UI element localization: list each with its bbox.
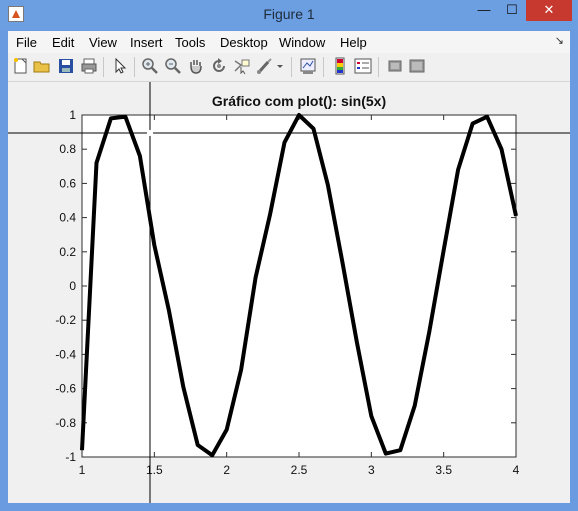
brush-icon[interactable] — [256, 57, 274, 75]
figure-canvas[interactable]: Gráfico com plot(): sin(5x) 1 1.5 2 2.5 3 3.5… — [8, 82, 570, 503]
print-icon[interactable] — [80, 57, 98, 75]
x-tick-label: 1 — [79, 463, 86, 477]
menu-view[interactable]: View — [89, 35, 117, 50]
x-tick-label: 3.5 — [435, 463, 452, 477]
menu-insert[interactable]: Insert — [130, 35, 163, 50]
brush-dropdown-icon[interactable] — [275, 57, 285, 75]
figure-toolbar — [8, 53, 570, 82]
y-tick-label: -0.2 — [55, 313, 76, 327]
y-tick-label: -0.4 — [55, 347, 76, 361]
x-tick-label: 4 — [513, 463, 520, 477]
figure-window: Figure 1 — ☐ ✕ File Edit View Insert Too… — [0, 0, 578, 511]
rotate-3d-icon[interactable] — [210, 57, 228, 75]
y-tick-label: 1 — [69, 108, 76, 122]
y-tick-label: 0 — [69, 279, 76, 293]
figure-client-area: File Edit View Insert Tools Desktop Wind… — [8, 31, 570, 503]
y-tick-label: -0.6 — [55, 382, 76, 396]
edit-plot-arrow-icon[interactable] — [111, 57, 129, 75]
plot-svg[interactable]: Gráfico com plot(): sin(5x) 1 1.5 2 2.5 3 3.5… — [8, 82, 570, 503]
zoom-out-icon[interactable] — [164, 57, 182, 75]
pan-hand-icon[interactable] — [187, 57, 205, 75]
toolbar-separator — [103, 57, 104, 77]
open-file-icon[interactable] — [33, 57, 51, 75]
menu-file[interactable]: File — [16, 35, 37, 50]
crosshair-center — [146, 129, 153, 136]
data-cursor-icon[interactable] — [233, 57, 251, 75]
axes-box — [81, 114, 517, 458]
toolbar-separator — [378, 57, 379, 77]
chart-title: Gráfico com plot(): sin(5x) — [212, 93, 386, 109]
y-tick-label: -1 — [65, 450, 76, 464]
new-figure-icon[interactable] — [12, 57, 30, 75]
save-icon[interactable] — [57, 57, 75, 75]
close-button[interactable]: ✕ — [526, 0, 572, 21]
menu-desktop[interactable]: Desktop — [220, 35, 268, 50]
hide-plot-tools-icon[interactable] — [386, 57, 404, 75]
menu-help[interactable]: Help — [340, 35, 367, 50]
minimize-button[interactable]: — — [470, 0, 498, 21]
menu-window[interactable]: Window — [279, 35, 325, 50]
x-tick-label: 2.5 — [291, 463, 308, 477]
y-tick-label: 0.2 — [59, 245, 76, 259]
toolbar-separator — [323, 57, 324, 77]
title-bar[interactable]: Figure 1 — ☐ ✕ — [0, 0, 578, 30]
x-tick-label: 1.5 — [146, 463, 163, 477]
y-tick-label: 0.8 — [59, 142, 76, 156]
legend-icon[interactable] — [354, 57, 372, 75]
toolbar-separator — [291, 57, 292, 77]
toolbar-separator — [134, 57, 135, 77]
x-tick-label: 2 — [223, 463, 230, 477]
link-plot-icon[interactable] — [299, 57, 317, 75]
dock-figure-icon[interactable]: ↘ — [555, 34, 564, 47]
menu-bar: File Edit View Insert Tools Desktop Wind… — [8, 31, 570, 53]
colorbar-icon[interactable] — [331, 57, 349, 75]
y-tick-label: 0.6 — [59, 176, 76, 190]
maximize-button[interactable]: ☐ — [498, 0, 526, 21]
show-plot-tools-icon[interactable] — [408, 57, 426, 75]
x-tick-label: 3 — [368, 463, 375, 477]
y-tick-label: -0.8 — [55, 416, 76, 430]
y-tick-label: 0.4 — [59, 211, 76, 225]
zoom-in-icon[interactable] — [141, 57, 159, 75]
menu-edit[interactable]: Edit — [52, 35, 74, 50]
menu-tools[interactable]: Tools — [175, 35, 205, 50]
